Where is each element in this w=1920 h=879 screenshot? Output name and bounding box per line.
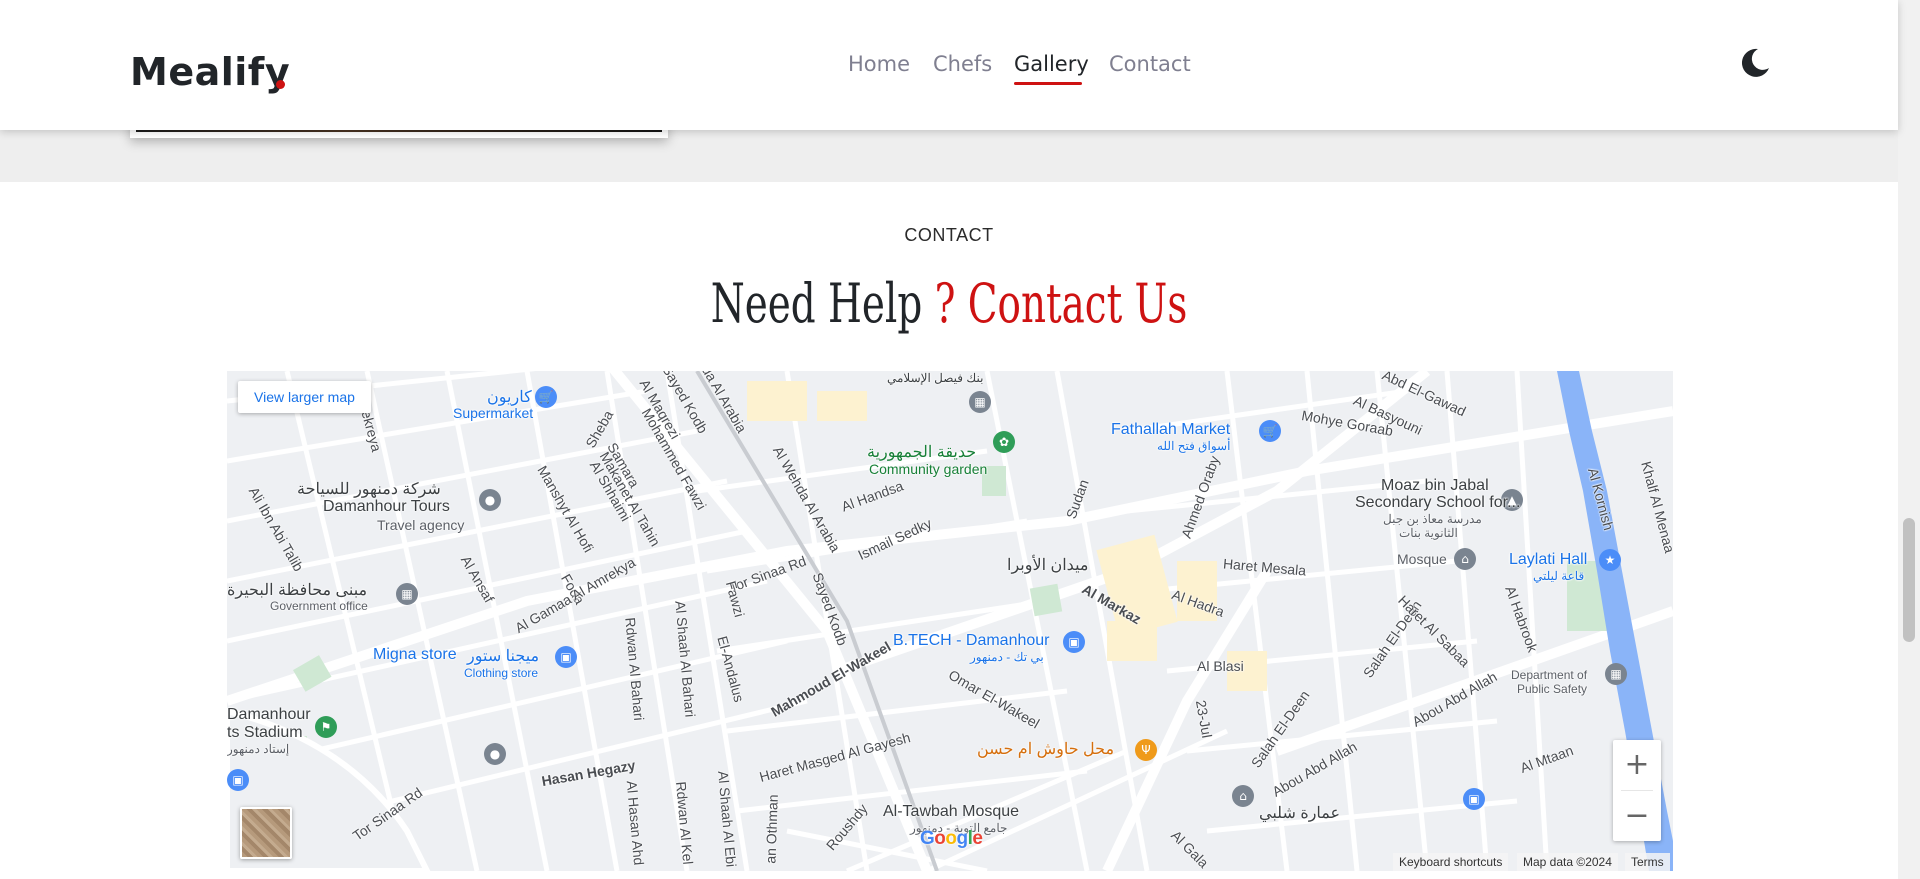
place-migna: Migna store bbox=[373, 646, 457, 663]
section-title: Need Help ? Contact Us bbox=[266, 268, 1633, 340]
street-al-blasi: Al Blasi bbox=[1197, 658, 1244, 674]
place-hawash-ar: محل حاوش ام حسن bbox=[977, 741, 1115, 758]
keyboard-shortcuts-link[interactable]: Keyboard shortcuts bbox=[1393, 853, 1509, 871]
zoom-controls: + − bbox=[1613, 740, 1661, 841]
logo-dot-icon bbox=[276, 80, 285, 89]
place-caryon-ar: كاريون bbox=[487, 389, 532, 406]
location-pin-icon[interactable]: ● bbox=[484, 743, 506, 765]
page-scrollbar[interactable] bbox=[1898, 0, 1920, 879]
place-gov-building-ar: مبنى محافظة البحيرة bbox=[227, 582, 368, 599]
place-laylati-ar: قاعة ليلتي bbox=[1533, 569, 1585, 583]
nav-gallery[interactable]: Gallery bbox=[1014, 52, 1089, 76]
place-laylati: Laylati Hall bbox=[1509, 551, 1588, 568]
section-title-dark: Need Help bbox=[710, 272, 923, 335]
scrollbar-thumb[interactable] bbox=[1903, 518, 1915, 642]
place-stadium-ar: إستاد دمنهور bbox=[227, 742, 290, 756]
place-moaz-2: Secondary School for... bbox=[1355, 494, 1521, 511]
place-fathallah-ar: أسواق فتح الله bbox=[1157, 439, 1231, 453]
site-header: Mealify Home Chefs Gallery Contact bbox=[0, 0, 1898, 130]
place-shalaby-ar: عمارة شلبي bbox=[1259, 805, 1341, 822]
mosque-pin-icon-2[interactable]: ⌂ bbox=[1232, 785, 1254, 807]
place-travel-agency: Travel agency bbox=[377, 517, 465, 533]
park-pin-icon[interactable]: ✿ bbox=[993, 431, 1015, 453]
shop-pin-icon[interactable]: ▣ bbox=[1463, 788, 1485, 810]
logo[interactable]: Mealify bbox=[130, 50, 290, 94]
edge-shop-pin-icon[interactable]: ▣ bbox=[227, 769, 249, 791]
mosque-pin-icon[interactable]: ⌂ bbox=[1454, 548, 1476, 570]
place-republic-garden-ar: حديقة الجمهورية bbox=[867, 444, 977, 461]
place-clothing: Clothing store bbox=[464, 666, 539, 680]
place-btech-ar: بي تك - دمنهور bbox=[970, 650, 1044, 664]
street-othman: an Othman bbox=[762, 794, 781, 864]
market-pin-icon[interactable]: 🛒 bbox=[1259, 420, 1281, 442]
google-logo: Google bbox=[920, 828, 983, 849]
page: Mealify Home Chefs Gallery Contact CONTA… bbox=[0, 0, 1920, 879]
active-nav-indicator bbox=[1014, 82, 1082, 85]
place-tawbah: Al-Tawbah Mosque bbox=[883, 803, 1020, 820]
place-stadium-1: Damanhour bbox=[227, 706, 311, 723]
place-moaz-ar-1: مدرسة معاذ بن جبل bbox=[1383, 512, 1482, 526]
place-btech: B.TECH - Damanhour bbox=[893, 632, 1050, 649]
terms-link[interactable]: Terms bbox=[1625, 853, 1670, 871]
place-fathallah: Fathallah Market bbox=[1111, 421, 1231, 438]
travel-agency-pin-icon[interactable]: ● bbox=[479, 489, 501, 511]
place-damanhour-tours-ar: شركة دمنهور للسياحة bbox=[297, 481, 441, 498]
place-community-garden: Community garden bbox=[869, 461, 988, 477]
place-supermarket: Supermarket bbox=[453, 405, 534, 421]
stadium-pin-icon[interactable]: ⚑ bbox=[315, 716, 337, 738]
dark-mode-moon-icon[interactable] bbox=[1738, 46, 1772, 80]
view-larger-map-link[interactable]: View larger map bbox=[238, 381, 371, 413]
place-dept-1: Department of bbox=[1511, 668, 1588, 682]
section-eyebrow: CONTACT bbox=[904, 225, 994, 245]
nav-chefs[interactable]: Chefs bbox=[933, 52, 992, 76]
place-mosque: Mosque bbox=[1397, 551, 1447, 567]
government-pin-icon[interactable]: ▦ bbox=[396, 583, 418, 605]
place-damanhour-tours: Damanhour Tours bbox=[323, 498, 450, 515]
bank-pin-icon[interactable]: ▦ bbox=[969, 391, 991, 413]
map-data-attribution: Map data ©2024 bbox=[1517, 853, 1618, 871]
google-map[interactable]: 🛒 ▦ ✿ 🛒 ● ▲ ⌂ ★ ▦ ▣ ▣ ▦ ⚑ Ψ ● ⌂ ▣ ▣ كاري… bbox=[227, 371, 1673, 871]
electronics-pin-icon[interactable]: ▣ bbox=[1063, 631, 1085, 653]
satellite-toggle-button[interactable] bbox=[240, 807, 292, 859]
zoom-in-button[interactable]: + bbox=[1613, 740, 1661, 790]
section-title-accent: ? Contact Us bbox=[934, 272, 1188, 335]
place-gov-office: Government office bbox=[270, 599, 368, 613]
place-faisal-bank-ar: بنك فيصل الإسلامي bbox=[887, 371, 984, 385]
place-dept-2: Public Safety bbox=[1517, 682, 1588, 696]
hall-pin-icon[interactable]: ★ bbox=[1599, 549, 1621, 571]
place-moaz-ar-2: الثانوية بنات bbox=[1399, 526, 1458, 540]
nav-contact[interactable]: Contact bbox=[1109, 52, 1191, 76]
place-midan-opera-ar: ميدان الأوبرا bbox=[1007, 557, 1089, 574]
place-migna-ar: ميجنا ستور bbox=[467, 648, 540, 665]
restaurant-pin-icon[interactable]: Ψ bbox=[1135, 739, 1157, 761]
place-stadium-2: ts Stadium bbox=[227, 724, 303, 741]
place-moaz-1: Moaz bin Jabal bbox=[1381, 477, 1489, 494]
public-safety-pin-icon[interactable]: ▦ bbox=[1605, 663, 1627, 685]
supermarket-pin-icon[interactable]: 🛒 bbox=[535, 386, 557, 408]
nav-home[interactable]: Home bbox=[848, 52, 910, 76]
clothing-pin-icon[interactable]: ▣ bbox=[555, 646, 577, 668]
zoom-out-button[interactable]: − bbox=[1613, 791, 1661, 841]
